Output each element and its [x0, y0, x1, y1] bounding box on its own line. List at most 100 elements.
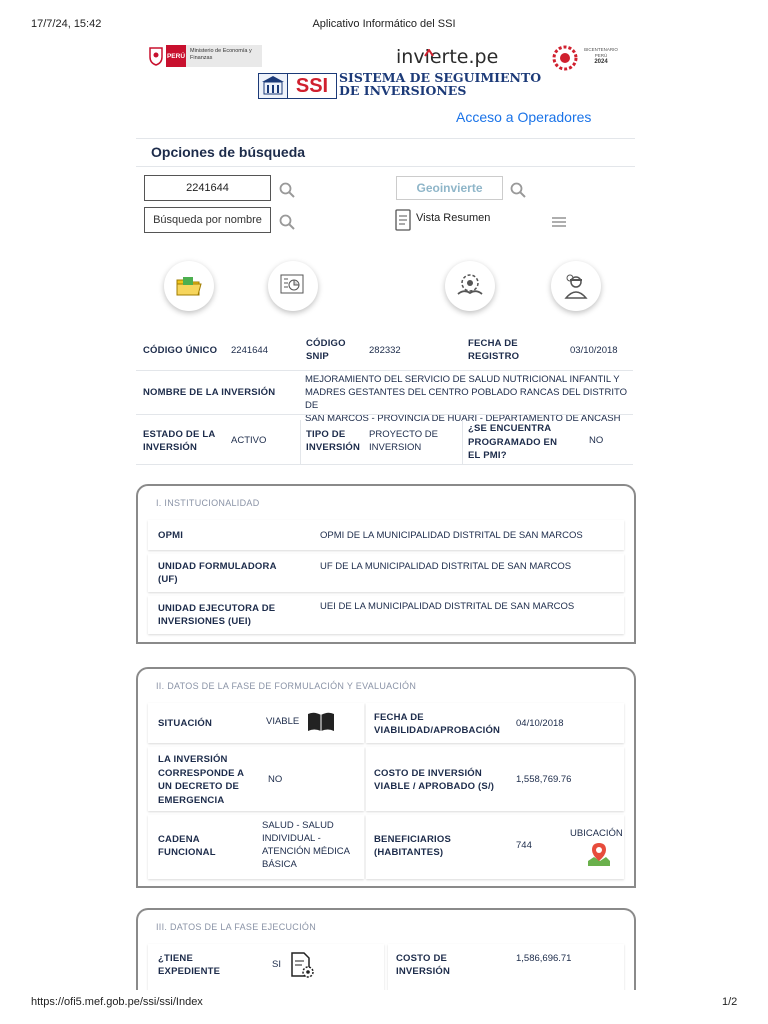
decreto-label-line1: LA INVERSIÓN	[158, 754, 228, 765]
geoinvierte-button[interactable]: Geoinvierte	[396, 176, 503, 200]
tipo-label-line1: TIPO DE	[306, 429, 346, 440]
decreto-label-line3: UN DECRETO DE	[158, 781, 240, 792]
exp-label-line1: ¿TIENE	[158, 953, 193, 964]
invierte-accent-icon	[424, 44, 434, 62]
benef-label-line1: BENEFICIARIOS	[374, 834, 452, 845]
folder-button[interactable]	[164, 261, 214, 311]
divider	[136, 166, 635, 167]
uei-label: UNIDAD EJECUTORA DE INVERSIONES (UEI)	[158, 602, 275, 628]
tipo-inversion-value: PROYECTO DE INVERSION	[369, 428, 438, 454]
divider	[136, 138, 635, 139]
map-location-icon[interactable]	[586, 841, 612, 872]
search-icon[interactable]	[279, 182, 295, 198]
beneficiarios-label: BENEFICIARIOS (HABITANTES)	[374, 833, 451, 859]
engineer-user-icon	[564, 274, 588, 299]
section-title: III. DATOS DE LA FASE EJECUCIÓN	[156, 922, 317, 932]
snip-label: CÓDIGO SNIP	[306, 337, 346, 363]
ssi-title: SISTEMA DE SEGUIMIENTO DE INVERSIONES	[339, 71, 541, 97]
estado-label-line1: ESTADO DE LA	[143, 429, 216, 440]
costo-inv-line2: INVERSIÓN	[396, 966, 451, 977]
uf-label-line1: UNIDAD FORMULADORA	[158, 561, 277, 572]
pmi-value: NO	[589, 435, 604, 446]
costo-inversion-label: COSTO DE INVERSIÓN	[396, 952, 450, 978]
bicentenario-year: 2024	[594, 59, 608, 65]
peru-label: PERÚ	[166, 45, 186, 67]
print-footer-page: 1/2	[722, 996, 738, 1008]
uei-row: UNIDAD EJECUTORA DE INVERSIONES (UEI) UEI…	[148, 596, 624, 634]
exp-label-line2: EXPEDIENTE	[158, 966, 221, 977]
cadena-line1: SALUD - SALUD	[262, 820, 334, 831]
menu-icon[interactable]	[552, 215, 566, 233]
pmi-label: ¿SE ENCUENTRA PROGRAMADO EN EL PMI?	[468, 422, 557, 463]
codigo-unico-value: 2241644	[231, 345, 268, 356]
fecha-registro-label-line2: REGISTRO	[468, 351, 520, 362]
section-formulacion: II. DATOS DE LA FASE DE FORMULACIÓN Y EV…	[136, 667, 636, 888]
tipo-label-line2: INVERSIÓN	[306, 442, 361, 453]
handshake-gear-button[interactable]	[445, 261, 495, 311]
divider	[136, 464, 633, 465]
summary-view-link[interactable]: Vista Resumen	[416, 212, 490, 224]
cadena-label: CADENA FUNCIONAL	[158, 833, 216, 859]
opmi-label: OPMI	[158, 530, 184, 541]
uf-label: UNIDAD FORMULADORA (UF)	[158, 560, 277, 586]
invierte-logo: invierte.pe	[396, 46, 499, 68]
nombre-inversion-value: MEJORAMIENTO DEL SERVICIO DE SALUD NUTRI…	[305, 373, 635, 425]
cadena-line2: INDIVIDUAL -	[262, 833, 321, 844]
open-book-icon[interactable]	[306, 711, 336, 738]
costo-viable-line2: VIABLE / APROBADO (S/)	[374, 781, 495, 792]
decreto-value: NO	[268, 774, 283, 785]
uf-row: UNIDAD FORMULADORA (UF) UF DE LA MUNICIPA…	[148, 554, 624, 592]
beneficiarios-row: BENEFICIARIOS (HABITANTES) 744 UBICACIÓN	[366, 815, 624, 879]
fecha-registro-label: FECHA DE REGISTRO	[468, 337, 519, 363]
divider	[136, 414, 633, 415]
snip-label-line2: SNIP	[306, 351, 329, 362]
cadena-line4: BÁSICA	[262, 859, 297, 870]
costo-viable-value: 1,558,769.76	[516, 774, 572, 785]
report-chart-button[interactable]	[268, 261, 318, 311]
nombre-inversion-label: NOMBRE DE LA INVERSIÓN	[143, 387, 276, 398]
codigo-unico-label: CÓDIGO ÚNICO	[143, 345, 218, 356]
uf-value: UF DE LA MUNICIPALIDAD DISTRITAL DE SAN …	[320, 561, 572, 572]
cadena-label-line1: CADENA	[158, 834, 200, 845]
operators-access-link[interactable]: Acceso a Operadores	[456, 109, 591, 125]
costo-inversion-value: 1,586,696.71	[516, 953, 572, 964]
divider	[300, 420, 301, 464]
code-search-input[interactable]: 2241644	[144, 175, 271, 201]
name-search-input[interactable]: Búsqueda por nombre	[144, 207, 271, 233]
fecha-registro-value: 03/10/2018	[570, 345, 618, 356]
cadena-row: CADENA FUNCIONAL SALUD - SALUD INDIVIDUAL…	[148, 815, 364, 879]
ubicacion-label: UBICACIÓN	[570, 828, 623, 839]
section-institucionalidad: I. INSTITUCIONALIDAD OPMI OPMI DE LA MUN…	[136, 484, 636, 644]
fecha-viabilidad-row: FECHA DE VIABILIDAD/APROBACIÓN 04/10/2018	[366, 703, 624, 743]
cadena-value: SALUD - SALUD INDIVIDUAL - ATENCIÓN MÉDI…	[262, 819, 350, 871]
uei-label-line1: UNIDAD EJECUTORA DE	[158, 603, 276, 614]
search-icon[interactable]	[279, 214, 295, 230]
ministry-logo: PERÚ Ministerio de Economía y Finanzas	[146, 45, 262, 67]
uei-label-line2: INVERSIONES (UEI)	[158, 616, 252, 627]
divider	[462, 420, 463, 464]
pmi-label-line2: PROGRAMADO EN	[468, 436, 558, 448]
estado-label: ESTADO DE LA INVERSIÓN	[143, 428, 215, 454]
document-gear-icon[interactable]	[290, 952, 316, 985]
search-icon[interactable]	[510, 182, 526, 198]
snip-label-line1: CÓDIGO	[306, 338, 346, 349]
document-list-icon[interactable]	[395, 209, 411, 236]
operator-user-button[interactable]	[551, 261, 601, 311]
fecha-viab-line1: FECHA DE	[374, 712, 424, 723]
ssi-building-icon	[258, 73, 288, 99]
nombre-inversion-line1: MEJORAMIENTO DEL SERVICIO DE SALUD NUTRI…	[305, 374, 620, 385]
section-title: I. INSTITUCIONALIDAD	[156, 498, 260, 508]
pmi-label-line1: ¿SE ENCUENTRA	[468, 423, 552, 434]
benef-label-line2: (HABITANTES)	[374, 847, 444, 858]
section-title: II. DATOS DE LA FASE DE FORMULACIÓN Y EV…	[156, 681, 417, 691]
tipo-inversion-label: TIPO DE INVERSIÓN	[306, 428, 360, 454]
costo-viable-label: COSTO DE INVERSIÓN VIABLE / APROBADO (S/)	[374, 767, 494, 793]
ministry-label: Ministerio de Economía y Finanzas	[190, 48, 252, 61]
decreto-label: LA INVERSIÓN CORRESPONDE A UN DECRETO DE…	[158, 753, 244, 807]
expediente-value: SI	[272, 959, 281, 970]
fecha-registro-label-line1: FECHA DE	[468, 338, 518, 349]
ssi-title-line2: DE INVERSIONES	[339, 83, 467, 98]
bicentenario-label: BICENTENARIO PERÚ 2024	[583, 47, 619, 65]
costo-viable-row: COSTO DE INVERSIÓN VIABLE / APROBADO (S/)…	[366, 747, 624, 811]
uf-label-line2: (UF)	[158, 574, 178, 585]
